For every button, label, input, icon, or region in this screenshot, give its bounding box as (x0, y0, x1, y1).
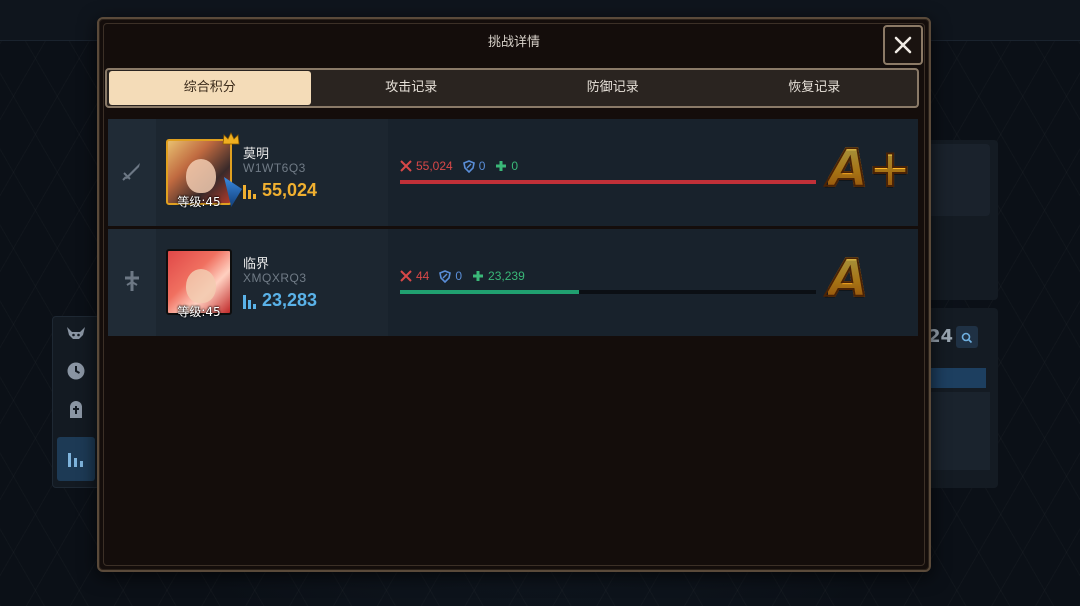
score-icon (243, 185, 257, 199)
tab-heal-record[interactable]: 恢复记录 (714, 71, 916, 105)
score-bar (400, 290, 816, 294)
avatar-face (186, 159, 216, 193)
search-icon[interactable] (956, 326, 978, 348)
attack-stat: 55,024 (400, 159, 453, 173)
clock-icon[interactable] (63, 361, 89, 387)
close-icon (894, 36, 912, 53)
heal-stat: 0 (495, 159, 518, 173)
score-icon (243, 295, 257, 309)
tombstone-icon[interactable] (63, 399, 89, 425)
background-right-value: 24 (928, 326, 954, 347)
sword-icon (120, 159, 144, 183)
tab-overall-score[interactable]: 综合积分 (109, 71, 311, 105)
player-score: 55,024 (262, 180, 318, 200)
crossed-swords-icon (400, 270, 412, 282)
player-name: 临界 (243, 257, 270, 272)
background-side-rail (52, 316, 100, 488)
tab-attack-record[interactable]: 攻击记录 (311, 71, 513, 105)
grade-badge: A+ (827, 138, 913, 200)
score-bar-fill (400, 290, 579, 294)
demon-icon[interactable] (63, 323, 89, 349)
defense-value: 0 (455, 269, 463, 283)
attack-value: 55,024 (416, 159, 453, 173)
heal-value: 23,239 (488, 269, 525, 283)
stats-line: 55,024 0 0 (400, 159, 518, 173)
player-row[interactable]: 等级:45 莫明 W1WT6Q3 55,024 55,024 0 0 A+ (108, 119, 918, 226)
player-id: W1WT6Q3 (243, 161, 306, 175)
crossed-swords-icon (400, 160, 412, 172)
shield-icon (439, 269, 452, 283)
player-info: 等级:45 临界 XMQXRQ3 23,283 (156, 229, 388, 336)
grade-badge: A (827, 248, 869, 310)
plus-icon (496, 161, 507, 171)
player-level: 等级:45 (177, 195, 221, 209)
player-id: XMQXRQ3 (243, 271, 307, 285)
close-button[interactable] (883, 25, 923, 65)
bar-chart-icon[interactable] (57, 437, 95, 481)
player-score-list: 等级:45 莫明 W1WT6Q3 55,024 55,024 0 0 A+ 等级… (108, 119, 918, 339)
heal-stat: 23,239 (472, 269, 525, 283)
background-right-card (926, 144, 990, 216)
healer-icon (120, 269, 144, 293)
score-bar (400, 180, 816, 184)
tab-bar: 综合积分 攻击记录 防御记录 恢复记录 (105, 68, 919, 108)
challenge-details-dialog: 挑战详情 综合积分 攻击记录 防御记录 恢复记录 等级:45 莫明 W1WT6Q… (97, 17, 931, 572)
player-score: 23,283 (262, 290, 318, 310)
player-stats: 55,024 0 0 A+ (388, 119, 918, 226)
tab-defense-record[interactable]: 防御记录 (512, 71, 714, 105)
defense-value: 0 (478, 159, 486, 173)
crown-icon (222, 131, 240, 150)
background-right-highlight (928, 368, 986, 388)
role-cell (108, 119, 156, 226)
stats-line: 44 0 23,239 (400, 269, 525, 283)
player-level: 等级:45 (177, 305, 221, 319)
score-bar-fill (400, 180, 816, 184)
player-row[interactable]: 等级:45 临界 XMQXRQ3 23,283 44 0 23,239 A (108, 229, 918, 336)
background-right-box (928, 392, 990, 470)
player-name: 莫明 (243, 147, 270, 162)
role-cell (108, 229, 156, 336)
defense-stat: 0 (462, 159, 486, 173)
attack-stat: 44 (400, 269, 429, 283)
plus-icon (473, 271, 484, 281)
attack-value: 44 (416, 269, 430, 283)
shield-icon (462, 159, 475, 173)
defense-stat: 0 (439, 269, 462, 283)
player-stats: 44 0 23,239 A (388, 229, 918, 336)
dialog-title: 挑战详情 (487, 35, 540, 50)
avatar-face (186, 269, 216, 303)
player-info: 等级:45 莫明 W1WT6Q3 55,024 (156, 119, 388, 226)
heal-value: 0 (511, 159, 519, 173)
